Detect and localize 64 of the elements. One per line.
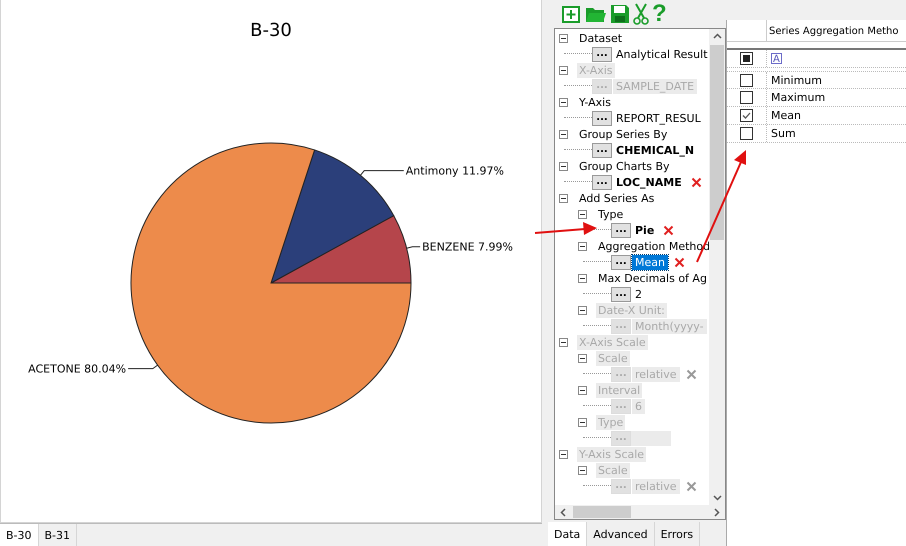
horizontal-scrollbar[interactable] (555, 505, 725, 519)
tab[interactable]: B-30 (0, 524, 39, 546)
table-cell-text: Maximum (770, 90, 826, 106)
checkbox[interactable] (740, 74, 753, 86)
tree-value[interactable]: LOC_NAME (613, 174, 685, 190)
scissors-icon[interactable] (633, 3, 649, 25)
tree-label[interactable]: Group Series By (577, 126, 670, 142)
filter-operator-icon[interactable]: A (771, 53, 782, 64)
annotation-arrow (534, 222, 597, 235)
collapse-icon[interactable] (578, 242, 587, 250)
save-icon[interactable] (610, 4, 630, 24)
tree-label[interactable]: Dataset (577, 30, 624, 46)
tree-label[interactable]: Max Decimals of Ag (596, 270, 709, 286)
browse-button[interactable]: ... (611, 222, 631, 238)
column-header[interactable]: Series Aggregation Metho (767, 20, 900, 41)
tree-value[interactable]: 2 (632, 286, 645, 302)
scroll-left-icon[interactable] (560, 508, 566, 516)
checkbox[interactable] (740, 109, 753, 122)
slice-label: ACETONE 80.04% (28, 362, 126, 376)
tree-value[interactable]: Pie (632, 222, 658, 238)
browse-button[interactable]: ... (592, 110, 612, 126)
tree-label[interactable]: Group Charts By (577, 158, 672, 174)
vertical-scrollbar[interactable] (709, 29, 725, 505)
tree-label[interactable]: Type (596, 206, 626, 222)
collapse-icon[interactable] (559, 194, 568, 202)
browse-button[interactable]: ... (592, 46, 612, 62)
scroll-right-icon[interactable] (714, 508, 720, 516)
tab[interactable]: Data (548, 522, 588, 546)
browse-button[interactable]: ... (592, 142, 612, 158)
slice-label: BENZENE 7.99% (422, 240, 513, 254)
scroll-down-icon[interactable] (712, 495, 722, 501)
remove-icon[interactable] (690, 176, 702, 188)
leader-line (128, 364, 158, 370)
checkbox[interactable] (740, 127, 753, 140)
tree-value[interactable]: REPORT_RESUL (613, 110, 704, 126)
chart-title: B-30 (250, 20, 292, 41)
remove-icon[interactable] (674, 256, 685, 268)
table-cell-text: Sum (770, 126, 797, 142)
collapse-icon[interactable] (559, 130, 568, 138)
browse-button[interactable]: ... (592, 174, 612, 190)
collapse-icon[interactable] (578, 274, 587, 282)
collapse-icon[interactable] (559, 34, 568, 42)
tree-label[interactable]: Y-Axis (577, 94, 613, 110)
tree-label[interactable]: Add Series As (577, 190, 656, 206)
browse-button[interactable]: ... (611, 254, 631, 270)
table-cell-text: Minimum (770, 73, 823, 88)
browse-button[interactable]: ... (611, 286, 631, 302)
table-cell-text: Mean (770, 108, 802, 124)
tree-value[interactable]: Analytical Result (613, 46, 709, 62)
tree-value[interactable]: CHEMICAL_N (613, 142, 698, 158)
scroll-thumb[interactable] (573, 506, 631, 518)
collapse-icon[interactable] (578, 210, 587, 218)
remove-icon[interactable] (663, 224, 674, 236)
leader-line (406, 246, 421, 249)
slice-label: Antimony 11.97% (406, 164, 504, 178)
leader-line (360, 170, 404, 176)
checkbox[interactable] (740, 91, 753, 104)
scroll-thumb[interactable] (710, 45, 724, 240)
new-icon[interactable] (562, 4, 582, 24)
scroll-up-icon[interactable] (712, 33, 722, 39)
collapse-icon[interactable] (559, 98, 568, 106)
tree-value[interactable]: Mean (632, 254, 668, 270)
collapse-icon[interactable] (559, 162, 568, 170)
filter-checkbox[interactable] (740, 52, 753, 65)
